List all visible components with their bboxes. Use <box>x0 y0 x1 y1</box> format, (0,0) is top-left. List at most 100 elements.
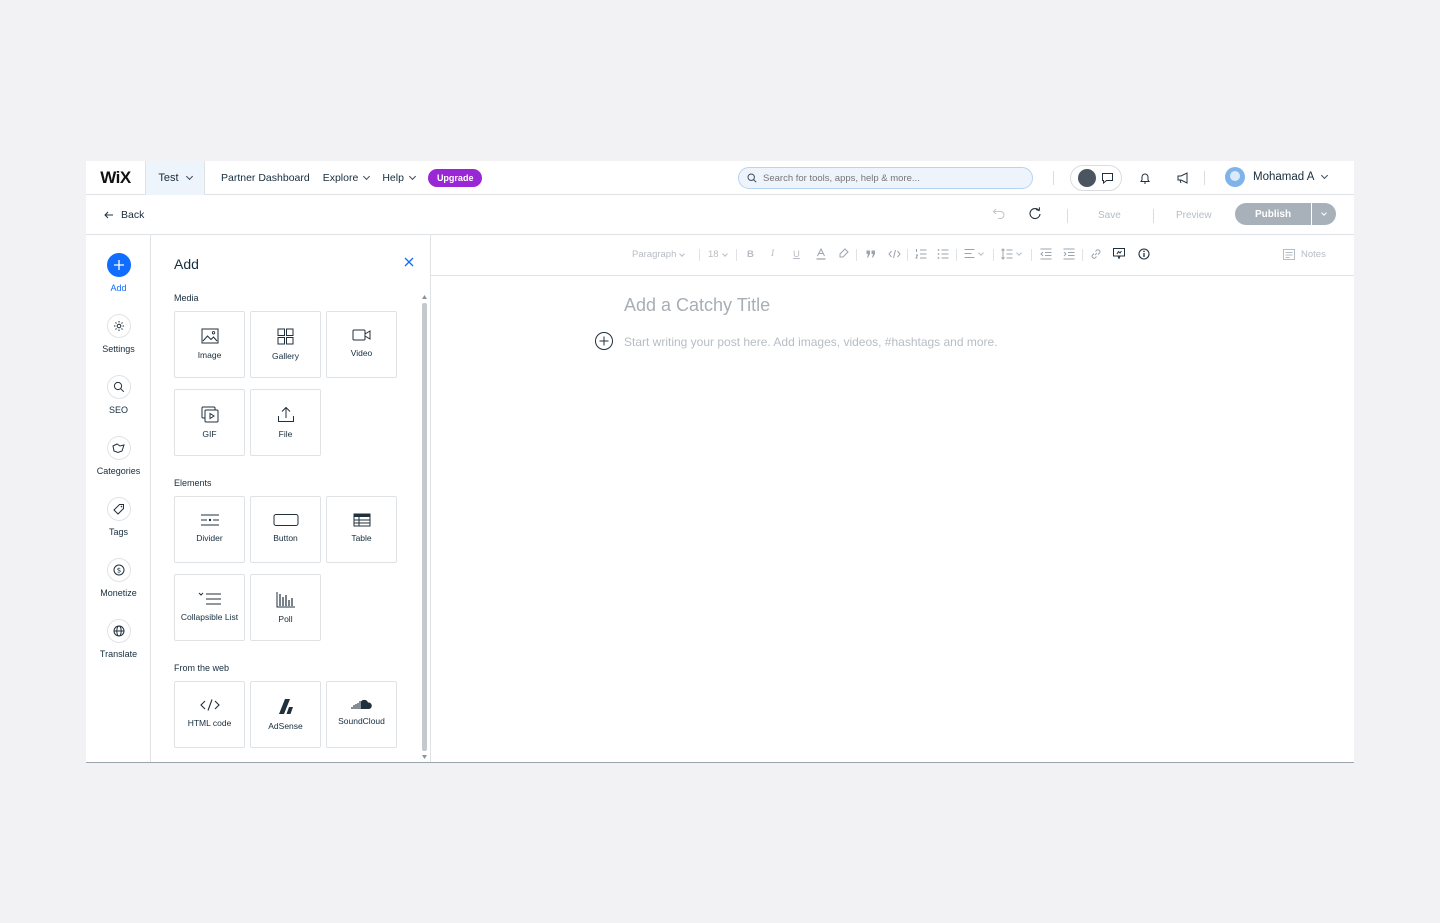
rail-item-categories[interactable]: Categories <box>86 436 151 476</box>
code-block-icon[interactable] <box>888 249 901 259</box>
paragraph-style-dropdown[interactable]: Paragraph <box>632 249 686 260</box>
post-title-input[interactable]: Add a Catchy Title <box>624 295 770 316</box>
tile-label: Poll <box>278 614 293 624</box>
underline-icon[interactable]: U <box>793 249 800 260</box>
quote-icon[interactable] <box>866 250 876 258</box>
rail-item-tags[interactable]: Tags <box>86 497 151 537</box>
top-nav: Partner Dashboard Explore Help Upgrade <box>221 168 483 187</box>
panel-title: Add <box>174 256 199 272</box>
site-selector[interactable]: Test <box>146 161 205 195</box>
close-icon[interactable] <box>404 257 414 267</box>
rail-item-translate[interactable]: Translate <box>86 619 151 659</box>
plus-icon <box>599 336 609 346</box>
tile-table[interactable]: Table <box>326 496 397 563</box>
tile-label: GIF <box>202 429 217 439</box>
tile-label: AdSense <box>268 721 303 731</box>
info-icon[interactable] <box>1138 248 1150 260</box>
inbox-pill[interactable] <box>1070 165 1122 191</box>
post-editor: Paragraph 18 B I U Notes Add a Catchy Ti… <box>431 235 1354 762</box>
scroll-up-icon[interactable] <box>422 295 427 299</box>
bullet-list-icon[interactable] <box>937 248 949 260</box>
publish-options-button[interactable] <box>1312 203 1336 225</box>
nav-help[interactable]: Help <box>382 172 416 184</box>
user-name: Mohamad A <box>1253 171 1315 183</box>
tile-gallery[interactable]: Gallery <box>250 311 321 378</box>
link-icon[interactable] <box>1090 248 1102 260</box>
paragraph-style-label: Paragraph <box>632 249 677 260</box>
rail-label: Add <box>110 283 127 293</box>
add-block-button[interactable] <box>595 332 613 350</box>
video-icon <box>352 329 371 341</box>
tile-adsense[interactable]: AdSense <box>250 681 321 748</box>
tile-html-code[interactable]: HTML code <box>174 681 245 748</box>
svg-text:$: $ <box>116 566 120 574</box>
tile-gif[interactable]: GIF <box>174 389 245 456</box>
scroll-down-icon[interactable] <box>422 755 427 759</box>
rail-label: Tags <box>108 527 128 537</box>
chevron-down-icon <box>1321 171 1329 180</box>
rail-item-settings[interactable]: Settings <box>86 314 151 354</box>
announcements-button[interactable] <box>1168 165 1198 191</box>
publish-button[interactable]: Publish <box>1235 203 1312 225</box>
tile-video[interactable]: Video <box>326 311 397 378</box>
redo-icon[interactable] <box>1028 207 1042 221</box>
upgrade-button[interactable]: Upgrade <box>427 168 483 187</box>
notifications-button[interactable] <box>1130 165 1160 191</box>
rail-item-monetize[interactable]: $ Monetize <box>86 558 151 598</box>
tile-label: Video <box>350 348 373 358</box>
left-rail: Add Settings SEO Categories Tags $ Monet… <box>86 235 151 762</box>
nav-partner-dashboard[interactable]: Partner Dashboard <box>221 172 310 184</box>
tile-collapsible-list[interactable]: Collapsible List <box>174 574 245 641</box>
tile-image[interactable]: Image <box>174 311 245 378</box>
table-icon <box>353 513 370 527</box>
tile-divider[interactable]: Divider <box>174 496 245 563</box>
chevron-down-icon <box>1016 250 1022 256</box>
bold-icon[interactable]: B <box>747 249 754 260</box>
search-input[interactable] <box>763 172 1013 184</box>
divider <box>1053 171 1054 185</box>
section-elements: Elements <box>174 478 212 488</box>
search-bar[interactable] <box>738 167 1033 189</box>
tile-soundcloud[interactable]: SoundCloud <box>326 681 397 748</box>
highlight-icon[interactable] <box>839 248 849 259</box>
save-button[interactable]: Save <box>1098 210 1121 221</box>
post-body-input[interactable]: Start writing your post here. Add images… <box>624 335 998 349</box>
divider <box>699 249 700 261</box>
back-button[interactable]: Back <box>104 209 144 221</box>
user-menu[interactable]: Mohamad A <box>1225 167 1329 187</box>
chat-icon <box>1101 173 1113 184</box>
nav-explore[interactable]: Explore <box>322 171 371 184</box>
undo-icon[interactable] <box>992 207 1006 219</box>
panel-scrollbar[interactable] <box>420 293 428 762</box>
nav-explore-label: Explore <box>322 171 359 184</box>
font-size-dropdown[interactable]: 18 <box>708 249 728 260</box>
indent-decrease-icon[interactable] <box>1040 248 1052 260</box>
image-icon <box>201 328 218 344</box>
tile-file[interactable]: File <box>250 389 321 456</box>
divider <box>907 249 908 261</box>
rail-item-add[interactable]: Add <box>86 253 151 293</box>
code-icon <box>199 699 220 711</box>
blog-editor-window: WiX Test Partner Dashboard Explore Help … <box>86 161 1354 763</box>
tile-label: File <box>278 429 293 439</box>
chevron-down-icon <box>978 249 984 256</box>
line-spacing-dropdown[interactable] <box>1001 248 1022 260</box>
tile-label: SoundCloud <box>338 716 385 726</box>
italic-icon[interactable]: I <box>771 249 774 259</box>
indent-increase-icon[interactable] <box>1063 248 1075 260</box>
preview-button[interactable]: Preview <box>1176 210 1212 221</box>
numbered-list-icon[interactable] <box>915 248 927 260</box>
chevron-down-icon <box>185 172 193 180</box>
tag-icon <box>106 497 131 521</box>
rail-item-seo[interactable]: SEO <box>86 375 151 415</box>
rail-label: SEO <box>108 405 128 415</box>
anchor-icon[interactable] <box>1113 248 1125 259</box>
wix-logo[interactable]: WiX <box>86 161 146 195</box>
text-color-icon[interactable] <box>816 248 826 260</box>
notes-button[interactable]: Notes <box>1283 249 1326 260</box>
section-media: Media <box>174 293 199 303</box>
scrollbar-thumb[interactable] <box>422 303 427 751</box>
tile-poll[interactable]: Poll <box>250 574 321 641</box>
alignment-dropdown[interactable] <box>964 248 984 259</box>
tile-button[interactable]: Button <box>250 496 321 563</box>
